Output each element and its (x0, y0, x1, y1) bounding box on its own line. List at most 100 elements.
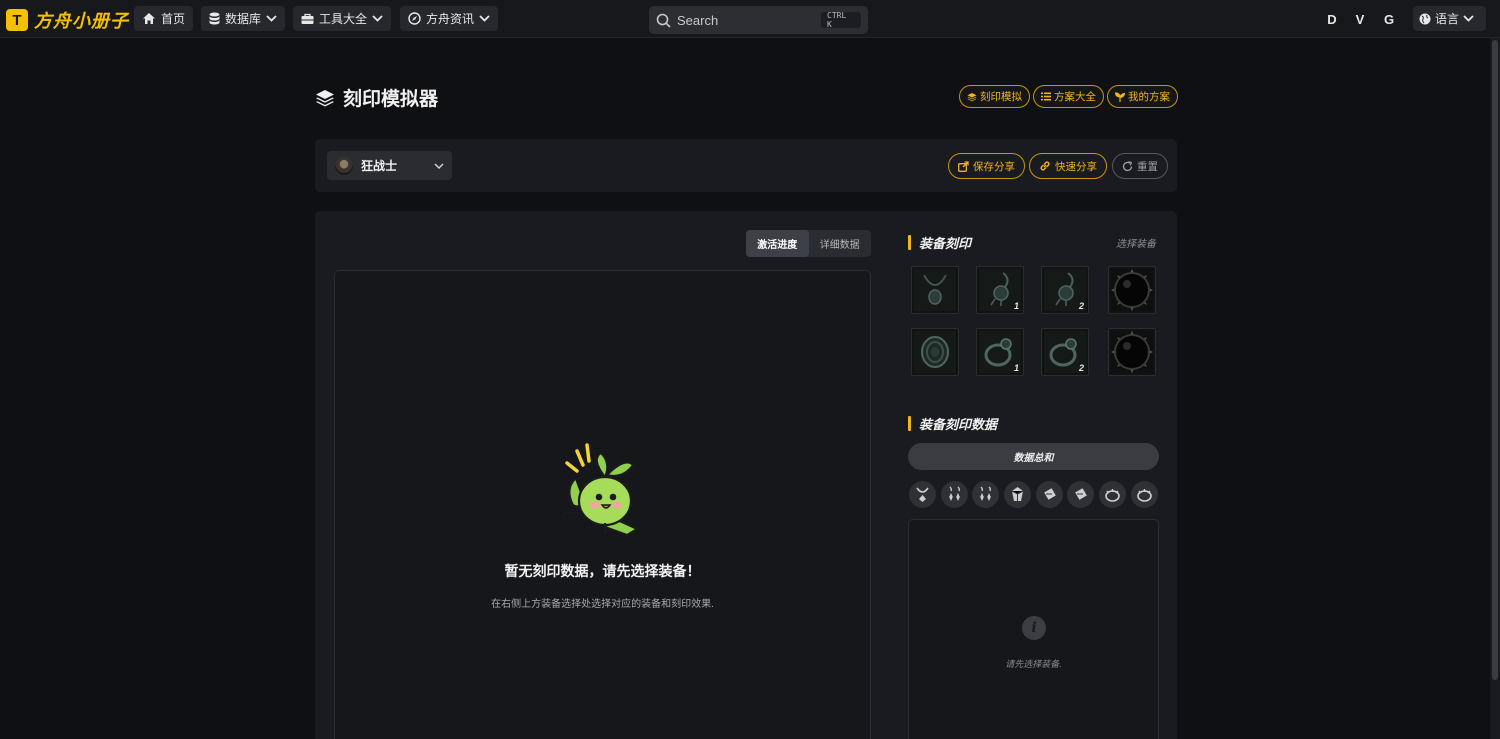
nav-tools-label: 工具大全 (319, 12, 368, 26)
logo-mark-icon: T (6, 9, 28, 31)
necklace-icon (916, 487, 929, 502)
reset-button[interactable]: 重置 (1112, 153, 1168, 179)
class-avatar (335, 156, 353, 175)
select-equipment-link[interactable]: 选择装备 (1116, 235, 1156, 250)
pill-my-plans[interactable]: 我的方案 (1107, 85, 1178, 108)
main-panel: 激活进度 详细数据 暂无刻印数据，请先选择装备！ 在右侧上方装备选择处选择对应的… (315, 211, 1177, 739)
save-share-button[interactable]: 保存分享 (948, 153, 1025, 179)
language-label: 语言 (1435, 12, 1460, 26)
share-square-icon (958, 160, 969, 172)
home-icon (143, 13, 155, 24)
chevron-down-icon (1463, 15, 1474, 22)
quick-share-label: 快速分享 (1055, 160, 1097, 173)
nav-home-label: 首页 (161, 12, 186, 26)
slot-earring-1[interactable]: 1 (976, 266, 1024, 314)
slot-ring-2[interactable]: 2 (1041, 328, 1089, 376)
nav-news[interactable]: 方舟资讯 (400, 6, 499, 31)
chevron-down-icon (372, 15, 383, 22)
slot-necklace[interactable] (911, 266, 959, 314)
class-name: 狂战士 (361, 159, 398, 173)
slot-ability-stone-2[interactable] (1108, 328, 1156, 376)
earring-icon (980, 486, 991, 501)
page-title-text: 刻印模拟器 (343, 89, 439, 110)
bracelet-icon (1137, 489, 1152, 502)
search-placeholder: Search (677, 12, 719, 28)
theme-letter-v[interactable]: V (1349, 8, 1371, 30)
engraving-data-heading-text: 装备刻印数据 (919, 417, 998, 432)
search-shortcut-badge: CTRL K (821, 11, 861, 29)
refresh-icon (1122, 160, 1133, 171)
heading-accent-bar (908, 235, 911, 250)
search-icon (656, 13, 671, 28)
slot-bracelet[interactable] (911, 328, 959, 376)
ring-icon (1075, 488, 1087, 500)
nav-database[interactable]: 数据库 (201, 6, 286, 31)
necklace-icon (923, 274, 947, 305)
gem-icon (1011, 487, 1024, 501)
filter-earring-2[interactable] (972, 481, 999, 508)
engraving-data-heading: 装备刻印数据 (908, 414, 997, 433)
pill-engraving-sim[interactable]: 刻印模拟 (959, 85, 1030, 108)
seedling-icon (1115, 91, 1125, 102)
filter-bracelet-1[interactable] (1099, 481, 1126, 508)
page-scrollbar[interactable] (1490, 38, 1500, 739)
pill-label: 方案大全 (1054, 91, 1096, 103)
ring-icon (1044, 488, 1056, 500)
slot-number: 2 (1078, 301, 1084, 311)
filter-earring-1[interactable] (941, 481, 968, 508)
filter-ring-2[interactable] (1067, 481, 1094, 508)
nav-tools[interactable]: 工具大全 (293, 6, 392, 31)
data-sum-button[interactable]: 数据总和 (908, 443, 1159, 470)
layers-icon (316, 89, 334, 106)
chevron-down-icon (479, 15, 490, 22)
pill-plan-list[interactable]: 方案大全 (1033, 85, 1104, 108)
filter-necklace[interactable] (909, 481, 936, 508)
pill-label: 刻印模拟 (980, 91, 1022, 103)
filter-ring-1[interactable] (1036, 481, 1063, 508)
theme-letter-g[interactable]: G (1378, 8, 1400, 30)
scrollbar-thumb[interactable] (1492, 40, 1498, 680)
stone-icon (1111, 331, 1153, 373)
pill-label: 我的方案 (1128, 91, 1170, 103)
class-selector[interactable]: 狂战士 (327, 151, 452, 180)
nav-news-label: 方舟资讯 (426, 12, 475, 26)
slot-number: 1 (1013, 363, 1019, 373)
tab-activation-progress[interactable]: 激活进度 (746, 230, 809, 257)
earring-icon (949, 486, 960, 501)
slot-ring-1[interactable]: 1 (976, 328, 1024, 376)
heading-accent-bar (908, 416, 911, 431)
empty-state-title: 暂无刻印数据，请先选择装备！ (504, 563, 701, 579)
search-input[interactable]: Search CTRL K (649, 6, 868, 34)
chevron-down-icon (434, 162, 444, 169)
nav-database-label: 数据库 (225, 12, 262, 26)
mascot-sprout-icon (562, 443, 640, 537)
bracelet-icon (1105, 489, 1120, 502)
site-logo[interactable]: T 方舟小册子 (6, 7, 129, 33)
chevron-down-icon (266, 15, 277, 22)
layers-icon (967, 92, 977, 101)
quick-share-button[interactable]: 快速分享 (1029, 153, 1107, 179)
tab-detail-data[interactable]: 详细数据 (809, 230, 872, 257)
slot-ability-stone-1[interactable] (1108, 266, 1156, 314)
theme-letter-d[interactable]: D (1321, 8, 1343, 30)
link-icon (1040, 161, 1050, 171)
top-nav-bar: T 方舟小册子 首页 数据库 工具大全 方舟资讯 Search CTRL K D… (0, 0, 1500, 38)
filter-bracelet-2[interactable] (1131, 481, 1158, 508)
view-tabs: 激活进度 详细数据 (746, 230, 871, 257)
database-icon (209, 12, 220, 25)
empty-state-panel: 暂无刻印数据，请先选择装备！ 在右侧上方装备选择处选择对应的装备和刻印效果. (334, 270, 871, 739)
slot-number: 1 (1013, 301, 1019, 311)
toolbox-icon (301, 13, 314, 24)
bracelet-icon (921, 336, 949, 368)
info-icon: i (1022, 616, 1046, 640)
slot-earring-2[interactable]: 2 (1041, 266, 1089, 314)
reset-label: 重置 (1137, 160, 1158, 173)
page-title: 刻印模拟器 (315, 84, 438, 111)
filter-gem[interactable] (1004, 481, 1031, 508)
compass-icon (408, 12, 421, 25)
simulator-toolbar: 狂战士 保存分享 快速分享 重置 (315, 139, 1177, 192)
language-button[interactable]: 语言 (1413, 6, 1486, 31)
nav-home[interactable]: 首页 (134, 6, 194, 31)
detail-empty-text: 请先选择装备. (1005, 659, 1062, 669)
empty-state-subtitle: 在右侧上方装备选择处选择对应的装备和刻印效果. (491, 599, 714, 610)
